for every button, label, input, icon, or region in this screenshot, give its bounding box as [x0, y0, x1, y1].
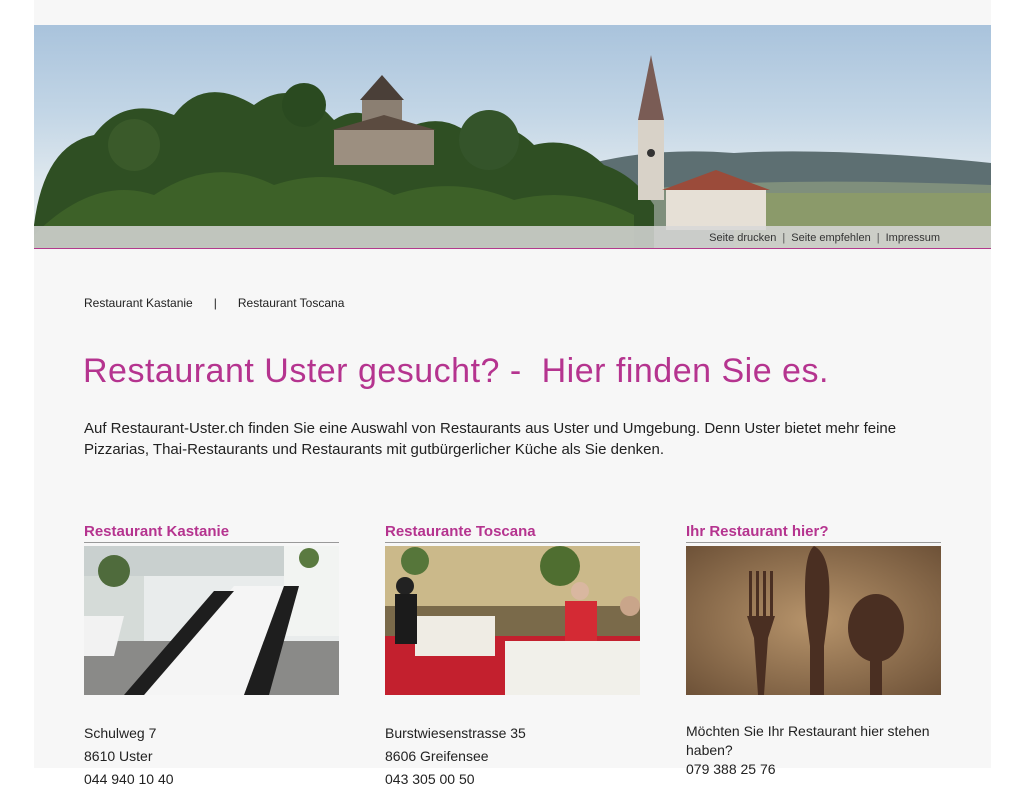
placeholder-message: Möchten Sie Ihr Restaurant hier stehen h… [686, 723, 930, 758]
utility-separator: | [782, 232, 786, 244]
card-contact: Möchten Sie Ihr Restaurant hier stehen h… [686, 722, 941, 779]
page-headline: Restaurant Uster gesucht? - Hier finden … [83, 352, 829, 390]
imprint-link[interactable]: Impressum [886, 232, 940, 244]
nav-separator: | [213, 296, 217, 310]
top-navigation: Restaurant Kastanie | Restaurant Toscana [84, 296, 344, 310]
restaurant-card-placeholder: Ihr Restaurant hier? Möchten Sie Ihr Res… [686, 523, 941, 779]
print-page-link[interactable]: Seite drucken [709, 232, 776, 244]
restaurant-card-toscana: Restaurante Toscana Burstwiesenstrasse 3… [385, 523, 640, 791]
page-container: Seite drucken | Seite empfehlen | Impressum … [34, 0, 991, 787]
address-phone: 043 305 00 50 [385, 771, 475, 787]
intro-paragraph: Auf Restaurant-Uster.ch finden Sie eine … [84, 420, 897, 458]
recommend-page-link[interactable]: Seite empfehlen [791, 232, 871, 244]
card-address: Burstwiesenstrasse 35 8606 Greifensee 04… [385, 722, 640, 791]
restaurant-toscana-photo[interactable] [385, 546, 640, 695]
utility-links: Seite drucken | Seite empfehlen | Impressum [709, 232, 940, 244]
cutlery-photo[interactable] [686, 546, 941, 695]
card-title-link[interactable]: Restaurante Toscana [385, 523, 640, 543]
nav-item-restaurant-toscana[interactable]: Restaurant Toscana [238, 296, 345, 310]
restaurant-card-kastanie: Restaurant Kastanie Schulweg 7 8610 Uste… [84, 523, 339, 791]
address-city: 8610 Uster [84, 748, 153, 764]
address-city: 8606 Greifensee [385, 748, 489, 764]
nav-item-restaurant-kastanie[interactable]: Restaurant Kastanie [84, 296, 193, 310]
card-address: Schulweg 7 8610 Uster 044 940 10 40 [84, 722, 339, 791]
address-street: Burstwiesenstrasse 35 [385, 725, 526, 741]
card-title-link[interactable]: Ihr Restaurant hier? [686, 523, 941, 543]
address-phone: 044 940 10 40 [84, 771, 174, 787]
placeholder-phone: 079 388 25 76 [686, 761, 776, 777]
utility-separator: | [876, 232, 880, 244]
utility-bar: Seite drucken | Seite empfehlen | Impressum [34, 226, 991, 249]
uster-panorama-illustration [34, 55, 991, 249]
header-banner-image: Seite drucken | Seite empfehlen | Impressum [34, 25, 991, 249]
address-street: Schulweg 7 [84, 725, 157, 741]
card-title-link[interactable]: Restaurant Kastanie [84, 523, 339, 543]
restaurant-kastanie-photo[interactable] [84, 546, 339, 695]
